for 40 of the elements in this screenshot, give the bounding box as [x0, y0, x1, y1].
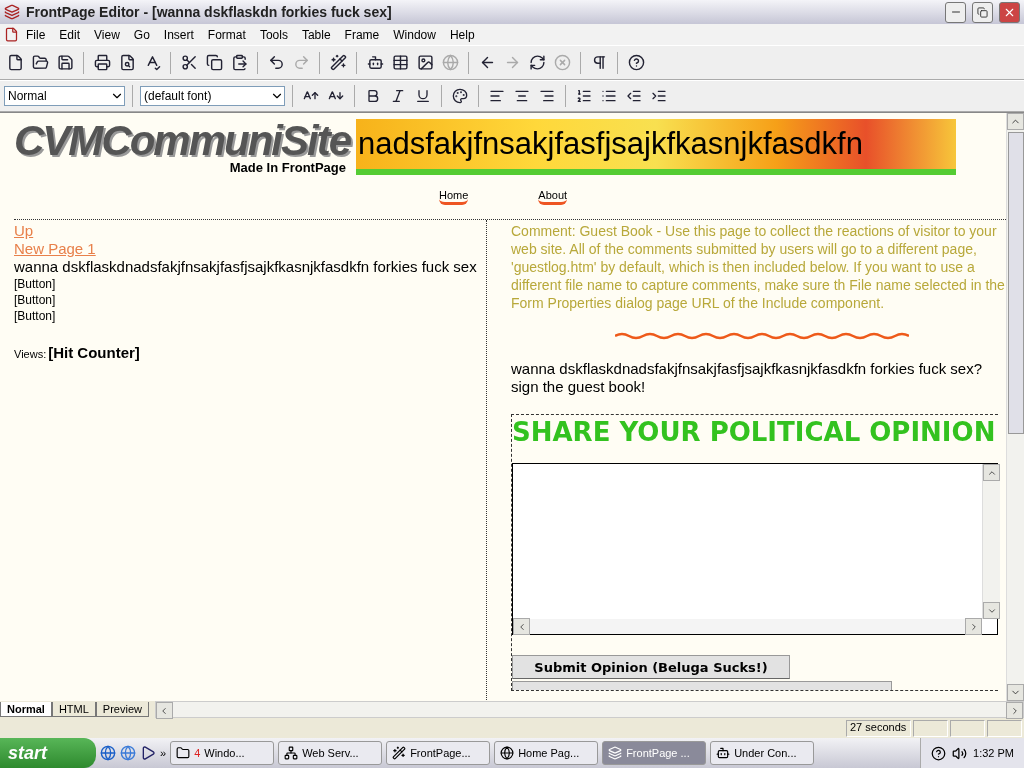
- taskbar-button[interactable]: Home Pag...: [494, 741, 599, 765]
- taskbar-button[interactable]: FrontPage...: [386, 741, 491, 765]
- menu-item[interactable]: Format: [200, 25, 253, 44]
- menu-item[interactable]: File: [19, 25, 53, 44]
- component-placeholder-text: [Button]: [14, 292, 57, 308]
- component-placeholder-text: [Button]: [14, 276, 57, 292]
- menu-item[interactable]: View: [87, 25, 127, 44]
- menu-item[interactable]: Go: [126, 25, 157, 44]
- window-title: FrontPage Editor - [wanna dskflaskdn forkies fuck sex]: [26, 4, 393, 20]
- status-time: 27 seconds: [846, 719, 911, 737]
- more-icons-button[interactable]: »: [160, 747, 167, 759]
- tagline: Made In FrontPage: [229, 160, 346, 175]
- menu-item[interactable]: Edit: [52, 25, 88, 44]
- component-placeholder-text: [Button]: [14, 308, 57, 324]
- menu-item[interactable]: Table: [294, 25, 338, 44]
- clock: 1:32 PM: [973, 747, 1014, 759]
- intro-text: wanna dskflaskdnadsfakjfnsakjfasfjsajkfkasnjkfasdkfn forkies fuck sex? sign the guest book!: [511, 360, 984, 396]
- nav-link[interactable]: About: [538, 189, 568, 205]
- menu-item[interactable]: Insert: [156, 25, 201, 44]
- taskbar-button[interactable]: Web Serv...: [278, 741, 383, 765]
- hit-counter: [Hit Counter]: [48, 344, 140, 361]
- site-logo: CVMCommuniSite: [14, 122, 350, 160]
- view-tab[interactable]: Normal: [0, 702, 52, 717]
- page-banner: nadsfakjfnsakjfasfjsajkfkasnjkfasdkfn: [356, 119, 956, 175]
- guest-book-comment: Comment: Guest Book - Use this page to collect the reactions of visitor to your web site. All of the comments submitted by users will go to a different page, 'guestlog.htm' by default, which is then included below. If you want to use a different file name to capture comments, make sure th File name selected in the Form Properties dialog page URL of the Include component.: [511, 222, 1006, 312]
- menu-item[interactable]: Window: [386, 25, 443, 44]
- font-dropdown[interactable]: (default font): [140, 86, 285, 106]
- view-tab[interactable]: HTML: [51, 702, 96, 717]
- page-text: wanna dskflaskdnadsfakjfnsakjfasfjsajkfkasnjkfasdkfn forkies fuck sex: [14, 258, 478, 276]
- taskbar-button[interactable]: 4 Windo...: [170, 741, 275, 765]
- menu-item[interactable]: Tools: [252, 25, 295, 44]
- view-tab[interactable]: Preview: [95, 702, 149, 717]
- taskbar-button[interactable]: Under Con...: [710, 741, 815, 765]
- nav-link[interactable]: Home: [439, 189, 469, 205]
- menu-item[interactable]: Help: [442, 25, 482, 44]
- style-dropdown[interactable]: Normal: [4, 86, 125, 106]
- submit-button[interactable]: Submit Opinion (Beluga Sucks!): [512, 655, 790, 679]
- form-heading: SHARE YOUR POLITICAL OPINION: [512, 417, 997, 447]
- menu-item[interactable]: Frame: [337, 25, 387, 44]
- views-label: Views:: [14, 348, 47, 360]
